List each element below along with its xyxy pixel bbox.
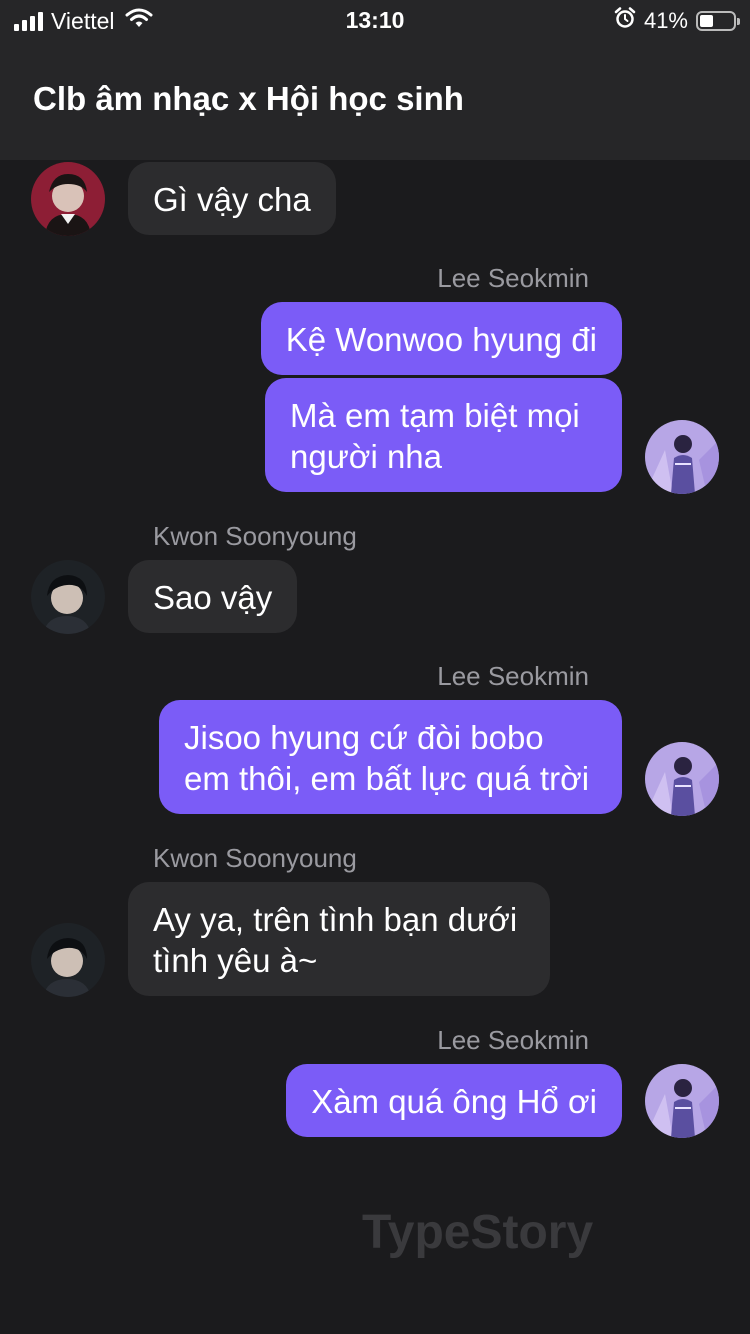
purple-stage-avatar[interactable] [645,742,719,816]
message-text: Jisoo hyung cứ đòi bobo em thôi, em bất … [184,719,590,797]
battery-percent: 41% [643,8,688,33]
sender-name: Lee Seokmin [437,661,589,691]
chat-header: Clb âm nhạc x Hội học sinh [0,42,750,160]
red-portrait-avatar[interactable] [31,162,105,236]
purple-stage-avatar[interactable] [645,420,719,494]
message-bubble-incoming[interactable]: Ay ya, trên tình bạn dưới tình yêu à~ [128,882,550,996]
battery-icon [696,11,740,31]
message-text: Xàm quá ông Hổ ơi [311,1083,597,1120]
status-bar: Viettel 13:10 41% [0,0,750,42]
purple-stage-avatar[interactable] [645,1064,719,1138]
battery-fill [700,15,713,27]
message-bubble-outgoing[interactable]: Jisoo hyung cứ đòi bobo em thôi, em bất … [159,700,622,814]
message-bubble-incoming[interactable]: Sao vậy [128,560,298,633]
alarm-icon [614,7,636,35]
message-bubble-outgoing[interactable]: Mà em tạm biệt mọi người nha [265,378,622,492]
typestory-watermark: TypeStory [362,1206,594,1259]
message-text: Sao vậy [153,579,273,616]
message-text: Mà em tạm biệt mọi người nha [290,397,580,475]
dark-portrait-avatar[interactable] [31,923,105,997]
message-text: Kệ Wonwoo hyung đi [285,321,597,358]
message-bubble-incoming[interactable]: Gì vậy cha [128,162,336,235]
status-right: 41% [614,7,740,35]
message-text: Gì vậy cha [153,181,311,218]
sender-name: Kwon Soonyoung [153,843,357,873]
sender-name: Lee Seokmin [437,263,589,293]
dark-portrait-avatar[interactable] [31,560,105,634]
sender-name: Lee Seokmin [437,1025,589,1055]
message-bubble-outgoing[interactable]: Xàm quá ông Hổ ơi [286,1064,622,1137]
chat-title[interactable]: Clb âm nhạc x Hội học sinh [33,80,464,118]
sender-name: Kwon Soonyoung [153,521,357,551]
message-bubble-outgoing[interactable]: Kệ Wonwoo hyung đi [260,302,622,375]
message-text: Ay ya, trên tình bạn dưới tình yêu à~ [153,901,518,979]
